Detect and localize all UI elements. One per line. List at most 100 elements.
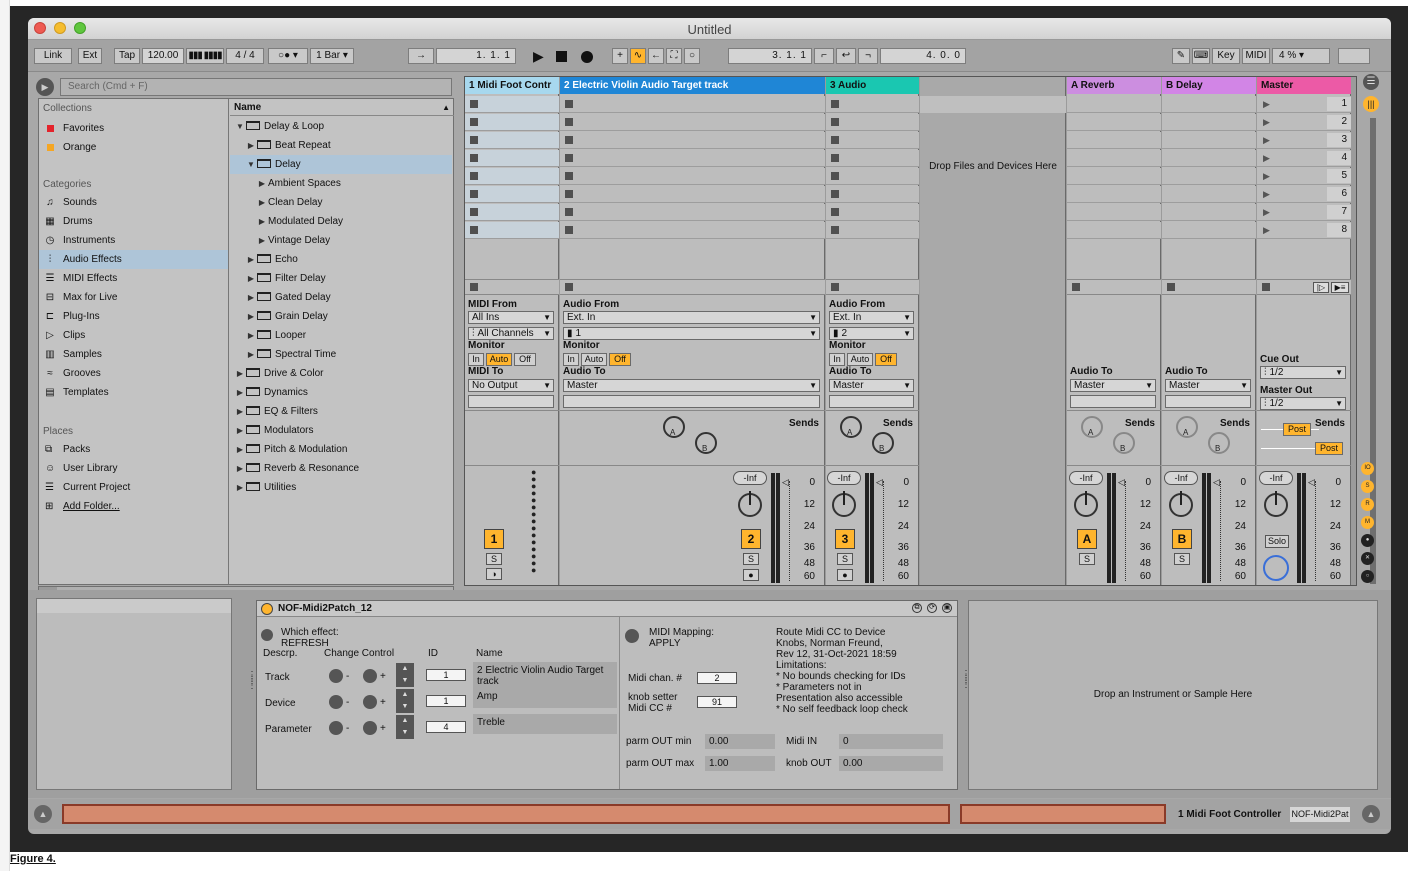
scene-launch-icon[interactable]: ▶ bbox=[1263, 207, 1270, 218]
category-plug-ins[interactable]: ⊏ Plug-Ins bbox=[39, 307, 228, 326]
tree-item-echo[interactable]: ▶ Echo bbox=[230, 250, 452, 269]
arm-button[interactable]: ● bbox=[743, 569, 759, 581]
change-control-plus-button[interactable] bbox=[363, 695, 377, 709]
tree-item-eq-filters[interactable]: ▶ EQ & Filters bbox=[230, 402, 452, 421]
tree-item-modulators[interactable]: ▶ Modulators bbox=[230, 421, 452, 440]
clip-stop-icon[interactable] bbox=[565, 100, 573, 108]
midi-mapping-button[interactable] bbox=[625, 629, 639, 643]
tree-item-beat-repeat[interactable]: ▶ Beat Repeat bbox=[230, 136, 452, 155]
clip-slot[interactable] bbox=[1162, 168, 1256, 185]
category-samples[interactable]: ▥ Samples bbox=[39, 345, 228, 364]
clip-stop-icon[interactable] bbox=[831, 154, 839, 162]
expand-arrow-icon[interactable]: ▶ bbox=[256, 212, 268, 231]
clip-stop-icon[interactable] bbox=[565, 136, 573, 144]
scene-launch-icon[interactable]: ▶ bbox=[1263, 135, 1270, 146]
solo-button[interactable]: S bbox=[837, 553, 853, 565]
volume-field[interactable]: -Inf bbox=[1164, 471, 1198, 485]
track-activator-button[interactable]: B bbox=[1172, 529, 1192, 549]
input-type-select[interactable]: All Ins bbox=[468, 311, 554, 324]
pan-knob[interactable] bbox=[1264, 491, 1288, 517]
volume-fader-icon[interactable]: ◁ bbox=[1213, 477, 1220, 488]
clip-slot[interactable] bbox=[465, 150, 559, 167]
output-type-select[interactable]: Master bbox=[1165, 379, 1251, 392]
follow-icon[interactable]: → bbox=[408, 48, 434, 64]
save-preset-icon[interactable]: ▣ bbox=[942, 603, 952, 613]
output-type-select[interactable]: Master bbox=[1070, 379, 1156, 392]
track-activator-button[interactable]: 2 bbox=[741, 529, 761, 549]
clip-slot[interactable] bbox=[560, 204, 825, 221]
tree-item-dynamics[interactable]: ▶ Dynamics bbox=[230, 383, 452, 402]
send-b-knob[interactable]: B bbox=[1208, 432, 1230, 454]
scene-launch-icon[interactable]: ▶ bbox=[1263, 117, 1270, 128]
clip-slot[interactable] bbox=[560, 186, 825, 203]
pan-knob[interactable] bbox=[738, 491, 762, 517]
clip-slot[interactable] bbox=[826, 132, 919, 149]
output-channel-select[interactable] bbox=[468, 395, 554, 408]
output-type-select[interactable]: No Output bbox=[468, 379, 554, 392]
clip-stop-icon[interactable] bbox=[831, 190, 839, 198]
clip-slot[interactable]: ▶ 6 bbox=[1257, 186, 1351, 203]
output-type-select[interactable]: Master bbox=[829, 379, 914, 392]
clip-slot[interactable] bbox=[560, 168, 825, 185]
send-b-knob[interactable]: B bbox=[1113, 432, 1135, 454]
nudge-buttons[interactable]: ▮▮▮ ▮▮▮▮ bbox=[186, 48, 224, 64]
clip-slot[interactable]: ▶ 3 bbox=[1257, 132, 1351, 149]
category-templates[interactable]: ▤ Templates bbox=[39, 383, 228, 402]
clip-slot[interactable]: ▶ 1 bbox=[1257, 96, 1351, 113]
monitor-off-button[interactable]: Off bbox=[514, 353, 536, 366]
input-type-select[interactable]: Ext. In bbox=[563, 311, 820, 324]
clip-slot[interactable] bbox=[560, 96, 825, 113]
stop-all-clips-icon[interactable] bbox=[470, 283, 478, 291]
expand-arrow-icon[interactable]: ▶ bbox=[234, 364, 246, 383]
arrangement-position-field[interactable]: 1. 1. 1 bbox=[436, 48, 516, 64]
clip-stop-icon[interactable] bbox=[565, 190, 573, 198]
category-max-for-live[interactable]: ⊟ Max for Live bbox=[39, 288, 228, 307]
clip-slot[interactable] bbox=[826, 114, 919, 131]
solo-button[interactable]: S bbox=[743, 553, 759, 565]
capture-icon[interactable]: ⛶ bbox=[666, 48, 682, 64]
tree-item-ambient-spaces[interactable]: ▶ Ambient Spaces bbox=[230, 174, 452, 193]
device-on-off-toggle[interactable] bbox=[261, 603, 273, 615]
clip-slot[interactable] bbox=[826, 204, 919, 221]
clip-slot[interactable]: ▶ 4 bbox=[1257, 150, 1351, 167]
category-clips[interactable]: ▷ Clips bbox=[39, 326, 228, 345]
ext-sync-button[interactable]: Ext bbox=[78, 48, 102, 64]
id-field[interactable]: 1 bbox=[426, 669, 466, 681]
input-channel-select[interactable]: ▮ 1 bbox=[563, 327, 820, 340]
toggle-o-icon[interactable]: ○ bbox=[1361, 570, 1374, 583]
track-header-ra[interactable]: A Reverb bbox=[1067, 77, 1161, 94]
track-activator-button[interactable]: 1 bbox=[484, 529, 504, 549]
expand-arrow-icon[interactable]: ▶ bbox=[234, 440, 246, 459]
clip-slot[interactable] bbox=[1162, 150, 1256, 167]
place-packs[interactable]: ⧉ Packs bbox=[39, 440, 228, 459]
volume-field[interactable]: -Inf bbox=[827, 471, 861, 485]
stop-all-clips-icon[interactable] bbox=[1262, 283, 1270, 291]
clip-stop-icon[interactable] bbox=[831, 136, 839, 144]
clip-slot[interactable] bbox=[1067, 132, 1161, 149]
tap-tempo-button[interactable]: Tap bbox=[114, 48, 140, 64]
clip-slot[interactable] bbox=[1162, 96, 1256, 113]
clip-slot[interactable] bbox=[1162, 204, 1256, 221]
input-channel-select[interactable]: ▮ 2 bbox=[829, 327, 914, 340]
tree-item-clean-delay[interactable]: ▶ Clean Delay bbox=[230, 193, 452, 212]
punch-out-icon[interactable]: ¬ bbox=[858, 48, 878, 64]
expand-arrow-icon[interactable]: ▶ bbox=[245, 307, 257, 326]
parm-out-min-field[interactable]: 0.00 bbox=[705, 734, 775, 749]
add-folder-link[interactable]: ⊞ Add Folder... bbox=[39, 497, 228, 516]
collapse-arrow-icon[interactable]: ▼ bbox=[245, 155, 257, 174]
output-channel-select[interactable] bbox=[829, 395, 914, 408]
monitor-auto-button[interactable]: Auto bbox=[486, 353, 512, 366]
toggle-s-icon[interactable]: S bbox=[1361, 480, 1374, 493]
track-header-t1[interactable]: 1 Midi Foot Contr bbox=[465, 77, 559, 94]
category-grooves[interactable]: ≈ Grooves bbox=[39, 364, 228, 383]
clip-slot[interactable] bbox=[1067, 114, 1161, 131]
key-map-button[interactable]: Key bbox=[1212, 48, 1240, 64]
session-record-icon[interactable]: ○ bbox=[684, 48, 700, 64]
clip-stop-icon[interactable] bbox=[565, 208, 573, 216]
output-channel-select[interactable] bbox=[1165, 395, 1251, 408]
clip-stop-icon[interactable] bbox=[565, 226, 573, 234]
expand-arrow-icon[interactable]: ▶ bbox=[245, 269, 257, 288]
name-column-header[interactable]: Name ▲ bbox=[230, 99, 454, 116]
scene-launch-icon[interactable]: ▶ bbox=[1263, 225, 1270, 236]
post-button-b[interactable]: Post bbox=[1315, 442, 1343, 455]
